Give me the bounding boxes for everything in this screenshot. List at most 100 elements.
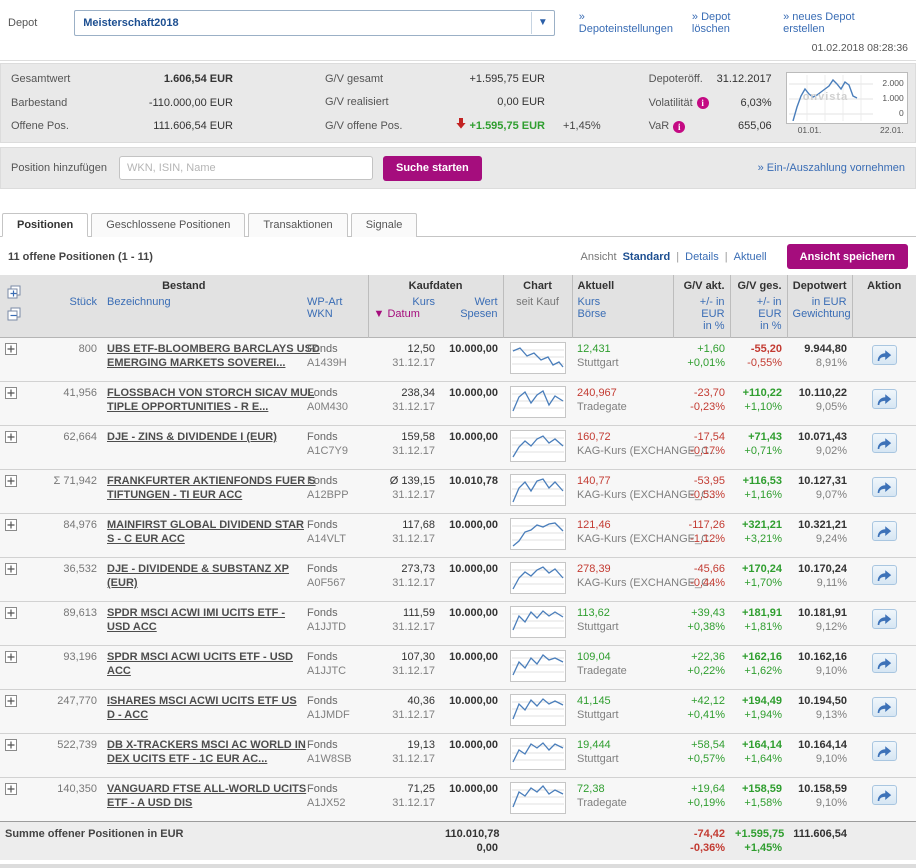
link-ein-auszahlung[interactable]: » Ein-/Auszahlung vornehmen — [758, 162, 905, 174]
expand-row-icon[interactable] — [5, 783, 17, 799]
trade-action-button[interactable] — [871, 653, 897, 673]
trade-action-button[interactable] — [871, 521, 897, 541]
info-icon[interactable]: i — [696, 97, 709, 109]
col-kurs-datum[interactable]: Kurs ▼ Datum — [367, 294, 441, 338]
col-group-depotwert: Depotwert — [786, 275, 853, 294]
depot-label: Depot — [8, 17, 38, 29]
chart-watermark: onvista — [802, 91, 849, 103]
col-gv-akt-sub[interactable]: +/- in EUR in % — [672, 294, 731, 338]
position-name-link[interactable]: SPDR MSCI ACWI UCITS ETF - USD ACC — [107, 650, 297, 678]
depot-select[interactable]: Meisterschaft2018 ▼ — [74, 10, 555, 36]
y-tick: 2.000 — [882, 78, 904, 88]
expand-row-icon[interactable] — [5, 343, 17, 359]
kaufkurs-datum-cell: 159,58 31.12.17 — [368, 425, 441, 470]
save-view-button[interactable]: Ansicht speichern — [786, 244, 908, 269]
trade-action-button[interactable] — [871, 345, 897, 365]
aktuell-cell: 19,444 Stuttgart — [572, 733, 674, 778]
col-group-bestand: Bestand — [0, 275, 369, 294]
tab-signale[interactable]: Signale — [350, 213, 418, 237]
col-gv-ges-sub[interactable]: +/- in EUR in % — [729, 294, 788, 338]
expand-row-icon[interactable] — [5, 739, 17, 755]
order-arrow-icon — [877, 657, 892, 669]
view-details[interactable]: Details — [685, 251, 719, 263]
position-name-link[interactable]: DJE - DIVIDENDE & SUBSTANZ XP (EUR) — [107, 562, 297, 590]
depotwert-cell: 10.158,59 9,10% — [787, 777, 853, 822]
collapse-all-icon[interactable] — [7, 307, 21, 321]
trade-action-button[interactable] — [871, 785, 897, 805]
position-name-cell: VANGUARD FTSE ALL-WORLD UCITS ETF - A USD… — [102, 777, 306, 822]
position-name-cell: DJE - ZINS & DIVIDENDE I (EUR) — [102, 425, 302, 470]
depotwert-cell: 10.127,31 9,07% — [787, 469, 853, 514]
kaufwert-cell: 10.010,78 — [440, 469, 504, 514]
position-name-link[interactable]: SPDR MSCI ACWI IMI UCITS ETF - USD ACC — [107, 606, 297, 634]
col-wert-spesen[interactable]: Wert Spesen — [440, 294, 504, 338]
tab-geschlossene-positionen[interactable]: Geschlossene Positionen — [91, 213, 246, 237]
expand-all-icon[interactable] — [7, 285, 21, 299]
sparkline-cell — [503, 645, 573, 690]
gv-akt-cell: +58,54 +0,57% — [673, 733, 731, 778]
trade-action-button[interactable] — [871, 565, 897, 585]
link-depot-settings[interactable]: » Depoteinstellungen — [579, 11, 674, 35]
trade-action-button[interactable] — [871, 741, 897, 761]
expand-row-icon[interactable] — [5, 519, 17, 535]
search-button[interactable]: Suche starten — [383, 155, 482, 181]
position-name-link[interactable]: ISHARES MSCI ACWI UCITS ETF US D - ACC — [107, 694, 297, 722]
expand-row-icon[interactable] — [5, 607, 17, 623]
trade-action-button[interactable] — [871, 697, 897, 717]
position-name-link[interactable]: DJE - ZINS & DIVIDENDE I (EUR) — [107, 430, 297, 444]
position-name-link[interactable]: DB X-TRACKERS MSCI AC WORLD IN DEX UCITS … — [107, 738, 306, 766]
tab-transaktionen[interactable]: Transaktionen — [248, 213, 348, 237]
gv-ges-cell: +116,53 +1,16% — [730, 469, 788, 514]
sparkline-cell — [503, 601, 573, 646]
trade-action-button[interactable] — [871, 477, 897, 497]
gv-akt-cell: +39,43 +0,38% — [673, 601, 731, 646]
col-bezeichnung[interactable]: Bezeichnung — [102, 294, 302, 338]
trade-action-button[interactable] — [871, 389, 897, 409]
sum-gv-akt: -74,42 -0,36% — [673, 821, 731, 860]
position-row: 247,770 ISHARES MSCI ACWI UCITS ETF US D … — [0, 689, 916, 734]
x-tick: 01.01. — [797, 125, 822, 135]
position-name-cell: FRANKFURTER AKTIENFONDS FUER S TIFTUNGEN … — [102, 469, 316, 514]
position-name-link[interactable]: VANGUARD FTSE ALL-WORLD UCITS ETF - A USD… — [107, 782, 306, 810]
wpart-wkn-cell: Fonds A0F567 — [302, 557, 369, 602]
link-depot-create[interactable]: » neues Depot erstellen — [783, 11, 890, 35]
sparkline-cell — [503, 557, 573, 602]
expand-row-icon[interactable] — [5, 475, 17, 491]
col-kurs-boerse[interactable]: Kurs Börse — [571, 294, 674, 338]
tab-positionen[interactable]: Positionen — [2, 213, 89, 237]
position-name-link[interactable]: FRANKFURTER AKTIENFONDS FUER S TIFTUNGEN … — [107, 474, 316, 502]
info-icon[interactable]: i — [673, 120, 686, 133]
col-stueck[interactable]: Stück — [26, 294, 102, 338]
summary-panel: Gesamtwert 1.606,54 EUR Barbestand -110.00… — [0, 63, 916, 143]
sort-desc-icon: ▼ — [373, 308, 385, 320]
view-standard[interactable]: Standard — [623, 251, 671, 263]
link-depot-delete[interactable]: » Depot löschen — [692, 11, 765, 35]
col-wpart-wkn[interactable]: WP-Art WKN — [302, 294, 369, 338]
depotwert-cell: 10.071,43 9,02% — [787, 425, 853, 470]
position-name-link[interactable]: MAINFIRST GLOBAL DIVIDEND STAR S - C EUR … — [107, 518, 304, 546]
trade-action-button[interactable] — [871, 609, 897, 629]
position-name-link[interactable]: UBS ETF-BLOOMBERG BARCLAYS USD EMERGING M… — [107, 342, 320, 370]
expand-row-icon[interactable] — [5, 651, 17, 667]
trade-action-button[interactable] — [871, 433, 897, 453]
sparkline-chart — [509, 738, 566, 770]
expand-row-icon[interactable] — [5, 695, 17, 711]
sparkline-cell — [503, 469, 573, 514]
position-name-link[interactable]: FLOSSBACH VON STORCH SICAV MUL TIPLE OPPO… — [107, 386, 314, 414]
kaufkurs-datum-cell: 117,68 31.12.17 — [368, 513, 441, 558]
kaufkurs-datum-cell: 273,73 31.12.17 — [368, 557, 441, 602]
view-aktuell[interactable]: Aktuell — [734, 251, 767, 263]
sparkline-cell — [503, 689, 573, 734]
kaufkurs-datum-cell: 107,30 31.12.17 — [368, 645, 441, 690]
sparkline-chart — [509, 562, 566, 594]
wkn-search-input[interactable] — [119, 156, 373, 180]
kaufwert-cell: 10.000,00 — [440, 645, 504, 690]
offene-pos-value: 111.606,54 EUR — [153, 120, 233, 132]
order-arrow-icon — [877, 481, 892, 493]
expand-row-icon[interactable] — [5, 563, 17, 579]
expand-row-icon[interactable] — [5, 431, 17, 447]
chevron-down-icon[interactable]: ▼ — [530, 12, 554, 34]
expand-row-icon[interactable] — [5, 387, 17, 403]
gv-realisiert-label: G/V realisiert — [325, 96, 389, 108]
col-depotwert-sub[interactable]: in EUR Gewichtung — [786, 294, 853, 338]
